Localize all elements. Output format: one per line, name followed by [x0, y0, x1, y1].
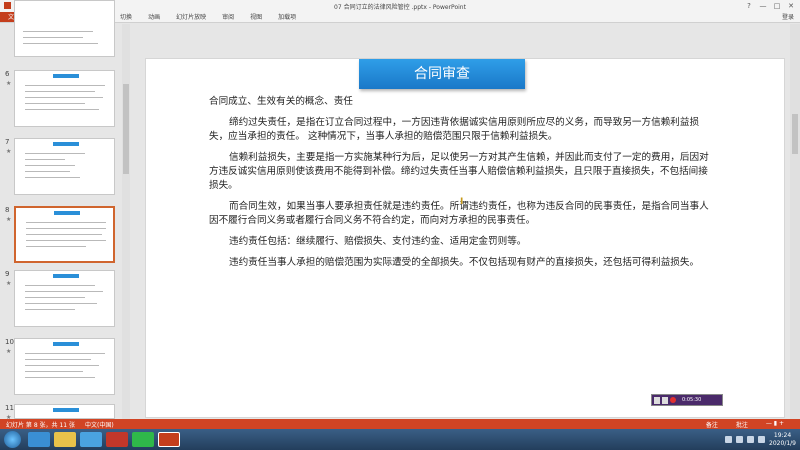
window-controls: ? — □ ✕	[742, 0, 798, 12]
text-cursor-icon: I	[460, 197, 464, 207]
ie-icon[interactable]	[28, 432, 50, 447]
window-title: 07 合同订立的法律风险管控 .pptx - PowerPoint	[334, 4, 466, 11]
animation-star-icon: ★	[6, 216, 12, 223]
network-icon[interactable]	[747, 436, 755, 443]
zoom-slider[interactable]: — ▮ +	[766, 420, 784, 429]
volume-icon[interactable]	[758, 436, 766, 443]
wechat-icon[interactable]	[132, 432, 154, 447]
slide-thumbnail[interactable]	[14, 138, 115, 195]
comments-button[interactable]: 批注	[736, 420, 748, 429]
slide-thumbnail[interactable]	[14, 338, 115, 395]
clock-time: 19:24	[773, 431, 792, 439]
help-button[interactable]: ?	[742, 0, 756, 12]
tab-animations[interactable]: 动画	[140, 12, 168, 22]
slide-thumbnail-pane: 6 ★ 7 ★ 8 ★ 9 ★ 10 ★ 11 ★	[0, 0, 122, 421]
keyboard-icon[interactable]	[736, 436, 744, 443]
thumbnail-scrollbar-thumb[interactable]	[123, 84, 129, 174]
close-button[interactable]: ✕	[784, 0, 798, 12]
tab-view[interactable]: 视图	[242, 12, 270, 22]
slide-counter: 幻灯片 第 8 张，共 11 张	[6, 421, 75, 429]
animation-star-icon: ★	[6, 280, 12, 287]
slide-thumbnail[interactable]	[14, 0, 115, 57]
maximize-button[interactable]: □	[770, 0, 784, 12]
animation-star-icon: ★	[6, 348, 12, 355]
explorer-icon[interactable]	[54, 432, 76, 447]
animation-star-icon: ★	[6, 148, 12, 155]
ribbon-tabs: 文件 开始 插入 设计 切换 动画 幻灯片放映 审阅 视图 加载项 登录	[0, 12, 800, 23]
slide-thumbnail[interactable]	[14, 404, 115, 419]
language-indicator[interactable]: 中文(中国)	[85, 420, 114, 429]
slide-paragraph: 违约责任包括：继续履行、赔偿损失、支付违约金、适用定金罚则等。	[229, 236, 527, 247]
slide-canvas[interactable]: 合同审查 合同成立、生效有关的概念、责任 缔约过失责任，是指在订立合同过程中，一…	[145, 58, 785, 418]
title-bar: 07 合同订立的法律风险管控 .pptx - PowerPoint ? — □ …	[0, 0, 800, 12]
slide-body-text[interactable]: 合同成立、生效有关的概念、责任 缔约过失责任，是指在订立合同过程中，一方因违背依…	[209, 95, 717, 277]
slide-heading: 合同成立、生效有关的概念、责任	[209, 96, 353, 107]
slide-thumbnail[interactable]	[14, 70, 115, 127]
animation-star-icon: ★	[6, 80, 12, 87]
recording-time: 0:05:30	[682, 397, 702, 403]
slide-paragraph: 违约责任当事人承担的赔偿范围为实际遭受的全部损失。不仅包括现有财产的直接损失，还…	[229, 257, 700, 268]
login-link[interactable]: 登录	[782, 12, 800, 22]
thumbnail-scrollbar[interactable]	[122, 24, 130, 419]
taskbar-clock[interactable]: 19:24 2020/1/9	[769, 432, 796, 448]
notes-button[interactable]: 备注	[706, 420, 718, 429]
thumbnail-number: 8	[5, 206, 10, 214]
slide-paragraph: 信赖利益损失，主要是指一方实施某种行为后，足以使另一方对其产生信赖，并因此而支付…	[209, 152, 709, 191]
editor-scrollbar[interactable]	[790, 24, 800, 419]
pause-icon[interactable]	[654, 396, 660, 404]
thumbnail-number: 9	[5, 270, 10, 278]
tab-review[interactable]: 审阅	[214, 12, 242, 22]
slide-thumbnail[interactable]	[14, 270, 115, 327]
minimize-button[interactable]: —	[756, 0, 770, 12]
slide-thumbnail-selected[interactable]	[14, 206, 115, 263]
tab-slideshow[interactable]: 幻灯片放映	[168, 12, 214, 22]
tab-transitions[interactable]: 切换	[112, 12, 140, 22]
input-method-icon[interactable]	[725, 436, 733, 443]
pdf-icon[interactable]	[106, 432, 128, 447]
start-button-icon[interactable]	[4, 431, 21, 448]
record-icon[interactable]	[670, 397, 676, 403]
tab-addins[interactable]: 加载项	[270, 12, 304, 22]
slide-title: 合同审查	[359, 59, 525, 89]
status-bar: 幻灯片 第 8 张，共 11 张 中文(中国) 备注 批注 — ▮ +	[0, 419, 800, 429]
powerpoint-taskbar-icon[interactable]	[158, 432, 180, 447]
screen-recorder-toolbar: 0:05:30	[651, 394, 723, 406]
system-tray: 19:24 2020/1/9	[725, 429, 796, 450]
thumbnail-number: 7	[5, 138, 10, 146]
windows-taskbar: 19:24 2020/1/9	[0, 429, 800, 450]
thumbnail-number: 6	[5, 70, 10, 78]
thumbnail-number: 10	[5, 338, 14, 346]
thumbnail-number: 11	[5, 404, 14, 412]
editor-scrollbar-thumb[interactable]	[792, 114, 798, 154]
clock-date: 2020/1/9	[769, 439, 796, 447]
browser-icon[interactable]	[80, 432, 102, 447]
slide-paragraph: 缔约过失责任，是指在订立合同过程中，一方因违背依据诚实信用原则所应尽的义务，而导…	[209, 117, 700, 142]
stop-icon[interactable]	[662, 396, 668, 404]
